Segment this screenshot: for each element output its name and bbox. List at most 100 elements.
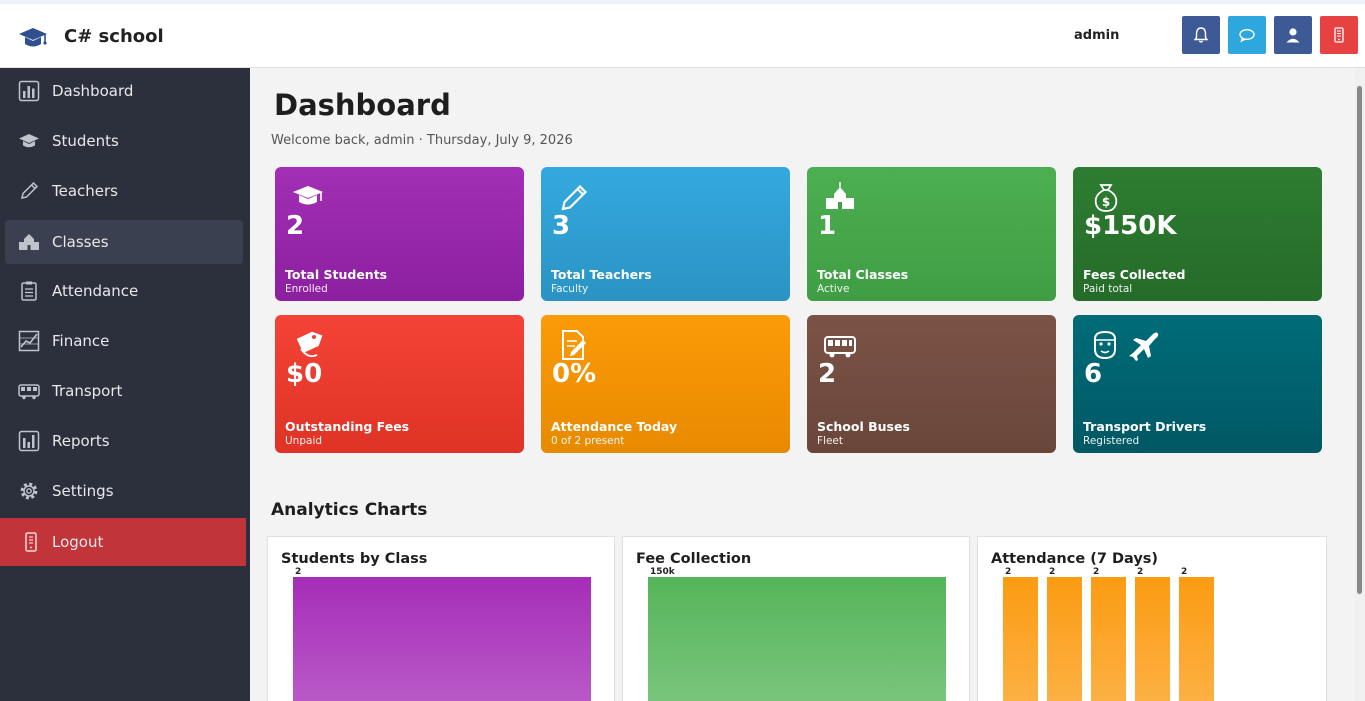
card-value: 2 [818, 359, 837, 389]
scrollbar[interactable] [1355, 68, 1365, 701]
sidebar-item-label: Teachers [52, 182, 118, 200]
mobile-button[interactable] [1320, 16, 1358, 54]
sidebar-item-teachers[interactable]: Teachers [5, 169, 243, 213]
sidebar-item-label: Attendance [52, 282, 139, 300]
sidebar-item-label: Reports [52, 432, 110, 450]
chart-bar[interactable] [1135, 577, 1170, 701]
chart-bar[interactable] [1003, 577, 1038, 701]
sidebar-item-dashboard[interactable]: Dashboard [5, 69, 243, 113]
bus-icon [824, 336, 856, 358]
user-icon [1286, 28, 1300, 43]
card-value: $150K [1084, 211, 1177, 241]
reports-chart-icon [18, 430, 40, 452]
chart-data-label: 2 [1137, 567, 1143, 577]
sidebar-item-label: Dashboard [52, 82, 134, 100]
clipboard-icon [21, 281, 37, 301]
stat-card-school-buses[interactable]: 2 School Buses Fleet [807, 315, 1056, 453]
pencil-icon [21, 181, 39, 199]
mobile-phone-icon [1334, 27, 1344, 43]
notifications-button[interactable] [1182, 16, 1220, 54]
sidebar-item-classes[interactable]: Classes [5, 220, 243, 264]
gear-icon [20, 482, 38, 500]
card-label: Attendance Today [551, 419, 678, 434]
bar-chart-icon [18, 80, 40, 102]
bell-icon [1193, 27, 1209, 43]
chart-bar[interactable] [1179, 577, 1214, 701]
sidebar-item-transport[interactable]: Transport [5, 369, 243, 413]
chart-data-label: 150k [650, 567, 676, 577]
stat-card-outstanding-fees[interactable]: $0 Outstanding Fees Unpaid [275, 315, 524, 453]
sidebar-item-settings[interactable]: Settings [5, 469, 243, 513]
stat-card-fees-collected[interactable]: $ $150K Fees Collected Paid total [1073, 167, 1322, 301]
chart-bar[interactable] [1091, 577, 1126, 701]
chart-bar[interactable] [293, 577, 591, 701]
sidebar-item-finance[interactable]: Finance [5, 319, 243, 363]
card-label: Transport Drivers [1083, 419, 1207, 434]
profile-button[interactable] [1274, 16, 1312, 54]
app-title[interactable]: C# school [64, 26, 164, 47]
card-sub: Registered [1083, 435, 1140, 447]
sidebar-item-label: Students [52, 132, 119, 150]
stat-card-total-classes[interactable]: 1 Total Classes Active [807, 167, 1056, 301]
sidebar-item-label: Settings [52, 482, 114, 500]
card-sub: Unpaid [285, 435, 323, 447]
card-sub: Paid total [1083, 283, 1133, 295]
graduation-cap-icon [19, 134, 39, 148]
attendance-chart: 2 2 2 2 2 [1003, 567, 1214, 701]
card-label: Total Classes [817, 267, 909, 282]
school-icon [19, 234, 39, 250]
chart-bar[interactable] [648, 577, 946, 701]
card-label: Total Teachers [551, 267, 652, 282]
card-label: Total Students [285, 267, 388, 282]
welcome-text: Welcome back, admin · Thursday, July 9, … [271, 133, 573, 148]
sidebar-item-logout[interactable]: Logout [0, 518, 246, 566]
card-sub: Enrolled [285, 283, 328, 295]
sidebar-item-label: Logout [52, 533, 104, 551]
finance-chart-icon [18, 330, 40, 352]
chart-data-label: 2 [1049, 567, 1055, 577]
chart-data-label: 2 [1093, 567, 1099, 577]
logout-icon [25, 532, 37, 552]
svg-text:$: $ [1102, 195, 1110, 209]
card-sub: Fleet [817, 435, 843, 447]
fee-collection-chart: 150k [648, 567, 946, 701]
chart-panel-attendance: Attendance (7 Days) 22222 [977, 536, 1327, 701]
user-name[interactable]: admin [1074, 28, 1119, 43]
page-title: Dashboard [274, 88, 451, 122]
scroll-thumb[interactable] [1357, 86, 1362, 594]
pencil-icon [561, 184, 588, 211]
sidebar-item-attendance[interactable]: Attendance [5, 269, 243, 313]
sidebar-item-students[interactable]: Students [5, 119, 243, 163]
sidebar-item-label: Transport [52, 382, 123, 400]
chart-data-label: 2 [1005, 567, 1011, 577]
card-label: Outstanding Fees [285, 419, 410, 434]
card-value: $0 [286, 359, 323, 389]
card-label: Fees Collected [1083, 267, 1186, 282]
stat-card-total-students[interactable]: 2 Total Students Enrolled [275, 167, 524, 301]
chart-data-label: 2 [295, 567, 301, 577]
card-value: 2 [286, 211, 305, 241]
card-value: 1 [818, 211, 837, 241]
card-sub: Faculty [551, 283, 589, 295]
card-label: School Buses [817, 419, 910, 434]
chat-bubble-icon [1239, 28, 1255, 43]
chart-bar[interactable] [1047, 577, 1082, 701]
chart-panel-fee-collection: Fee Collection 150k [622, 536, 970, 701]
card-sub: Active [817, 283, 850, 295]
card-value: 3 [552, 211, 571, 241]
stat-card-transport-drivers[interactable]: 6 Transport Drivers Registered [1073, 315, 1322, 453]
chart-data-label: 2 [1181, 567, 1187, 577]
bus-icon [18, 384, 40, 400]
graduation-cap-logo-icon[interactable] [18, 25, 48, 51]
price-tag-icon [296, 331, 323, 358]
header: C# school admin [0, 4, 1365, 68]
sidebar-item-reports[interactable]: Reports [5, 419, 243, 463]
card-value: 0% [552, 359, 597, 389]
students-by-class-chart: 2 [293, 567, 591, 701]
driver-plane-icon [1094, 330, 1159, 361]
stat-card-attendance-today[interactable]: 0% Attendance Today 0 of 2 present [541, 315, 790, 453]
stat-card-total-teachers[interactable]: 3 Total Teachers Faculty [541, 167, 790, 301]
messages-button[interactable] [1228, 16, 1266, 54]
sidebar: Dashboard Students Teachers Classes Atte… [0, 68, 250, 701]
analytics-section-title: Analytics Charts [271, 500, 428, 520]
